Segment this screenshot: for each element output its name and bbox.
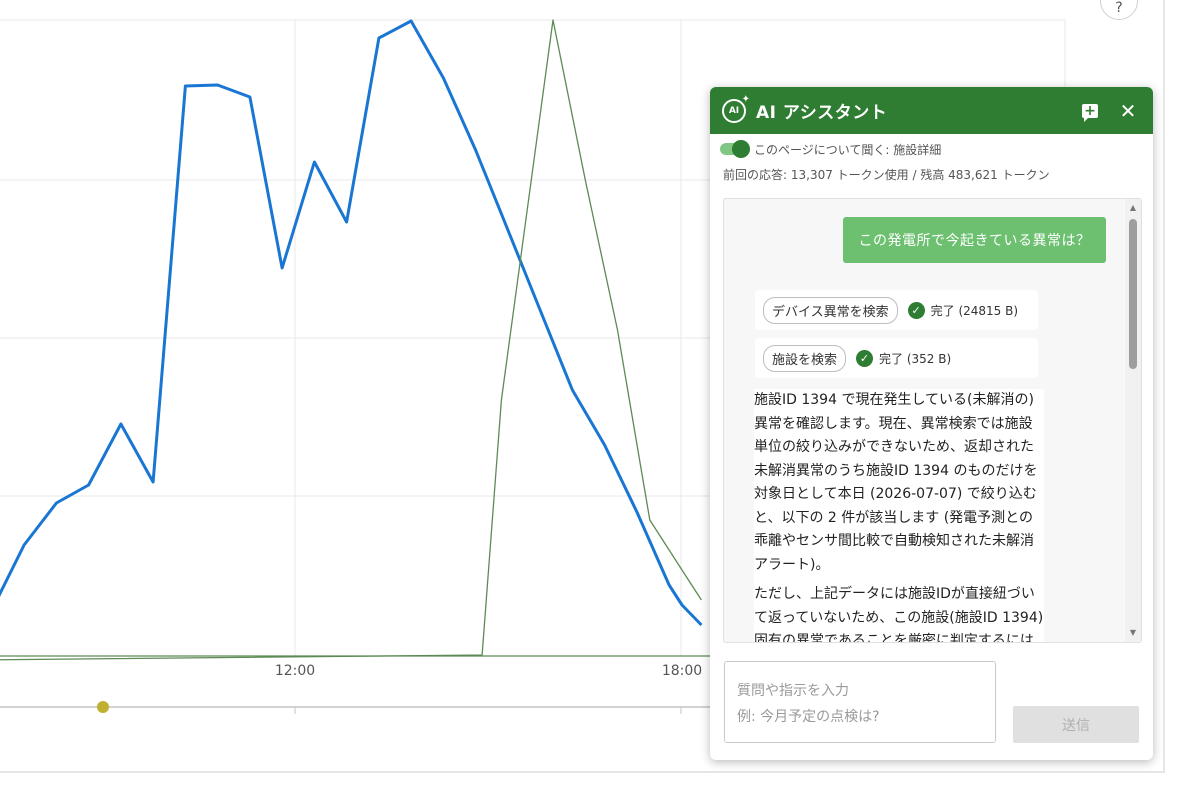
tool-status: 完了 (352 B) <box>879 351 952 366</box>
assistant-answer: 施設ID 1394 で現在発生している(未解消の)異常を確認します。現在、異常検… <box>754 389 1044 643</box>
tool-result: 施設を検索 ✓ 完了 (352 B) <box>755 338 1038 378</box>
series-line-2 <box>0 19 702 661</box>
check-icon: ✓ <box>907 301 925 319</box>
scroll-up-icon[interactable]: ▲ <box>1125 201 1141 215</box>
close-icon: ✕ <box>1119 98 1137 123</box>
chart-frame-right <box>1163 0 1165 772</box>
new-chat-button[interactable]: + <box>1077 98 1103 124</box>
page: 12:00 18:00 ? AI ✦ AI アシスタント + ✕ このページについ… <box>0 0 1200 800</box>
context-label: このページについて聞く: 施設詳細 <box>754 142 942 157</box>
scroll-down-icon[interactable]: ▼ <box>1125 626 1141 640</box>
tool-chip[interactable]: 施設を検索 <box>763 344 847 372</box>
ai-badge-text: AI <box>728 105 740 116</box>
x-tick-label: 12:00 <box>275 663 315 679</box>
check-icon: ✓ <box>856 349 874 367</box>
help-icon: ? <box>1115 0 1123 16</box>
panel-title: AI アシスタント <box>756 103 888 123</box>
answer-paragraph: 施設ID 1394 で現在発生している(未解消の)異常を確認します。現在、異常検… <box>754 392 1038 573</box>
context-row: このページについて聞く: 施設詳細 <box>710 134 1153 164</box>
tool-chip[interactable]: デバイス異常を検索 <box>763 296 898 324</box>
close-button[interactable]: ✕ <box>1115 98 1141 124</box>
new-chat-icon: + <box>1082 103 1098 122</box>
sparkle-icon: ✦ <box>741 93 750 105</box>
tool-result: デバイス異常を検索 ✓ 完了 (24815 B) <box>755 290 1038 330</box>
answer-paragraph: ただし、上記データには施設IDが直接紐づいて返っていないため、この施設(施設ID… <box>754 586 1044 643</box>
scroll-thumb[interactable] <box>1129 219 1137 369</box>
tool-status: 完了 (24815 B) <box>930 303 1019 318</box>
ai-assistant-panel: AI ✦ AI アシスタント + ✕ このページについて聞く: 施設詳細 前回の… <box>710 87 1153 760</box>
range-marker <box>97 701 109 713</box>
series-line-1 <box>0 19 703 627</box>
question-input[interactable] <box>724 661 996 743</box>
user-message: この発電所で今起きている異常は？ <box>843 217 1106 263</box>
chart-series <box>0 19 703 661</box>
chat-scrollbar[interactable]: ▲ ▼ <box>1125 199 1141 642</box>
toggle-knob <box>732 140 750 158</box>
chart-frame-bottom <box>0 771 1165 773</box>
token-usage: 前回の応答: 13,307 トークン使用 / 残高 483,621 トークン <box>723 168 1050 182</box>
x-tick-label: 18:00 <box>662 663 702 679</box>
ai-sparkle-icon: AI ✦ <box>722 94 750 123</box>
chat-history[interactable]: この発電所で今起きている異常は？ デバイス異常を検索 ✓ 完了 (24815 B… <box>723 198 1142 643</box>
panel-header: AI ✦ AI アシスタント + ✕ <box>710 87 1153 134</box>
send-button[interactable]: 送信 <box>1013 706 1139 743</box>
context-toggle[interactable] <box>720 140 750 158</box>
